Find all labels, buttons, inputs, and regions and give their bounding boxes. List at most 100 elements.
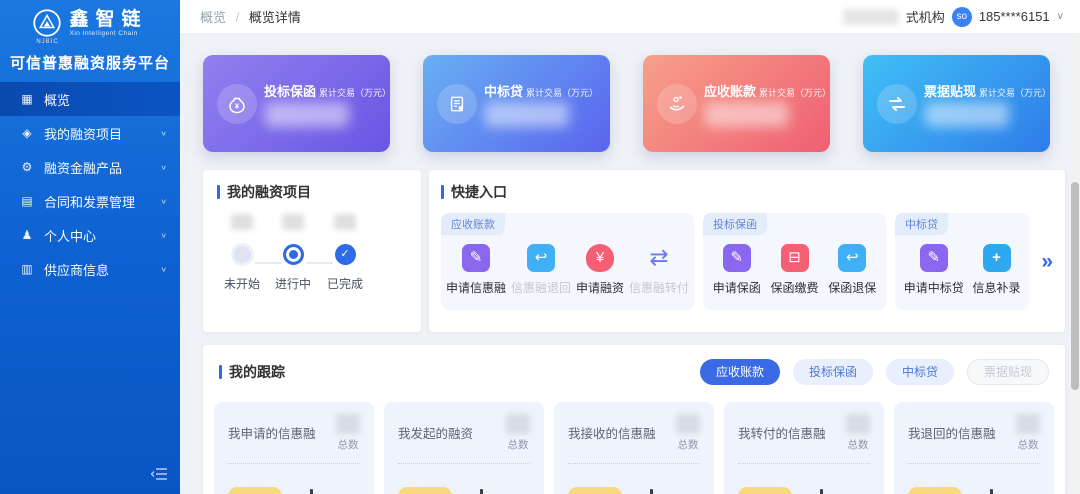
sidebar-item-supplier-info[interactable]: ▥ 供应商信息 ∨ [0, 252, 180, 286]
step-count-redacted [282, 214, 304, 230]
status-badge [228, 487, 282, 494]
sidebar-item-label: 我的融资项目 [44, 124, 122, 143]
stat-card-title: 中标贷 [484, 84, 523, 99]
count-mark [820, 489, 823, 494]
quick-entry-panel: 快捷入口 应收账款 ✎ 申请信惠融 ↩ 信惠融退回 ¥ 申请融资 [429, 170, 1065, 332]
layers-icon: ◈ [19, 126, 35, 140]
stat-card-value-redacted [485, 102, 569, 127]
chevron-down-icon: ∨ [160, 197, 167, 205]
brand-name: 鑫智链 [69, 8, 147, 30]
sidebar-item-label: 个人中心 [44, 226, 96, 245]
sidebar: NJBIC 鑫智链 Xin Intelligent Chain 可信普惠融资服务… [0, 0, 180, 494]
sidebar-collapse-icon[interactable] [151, 467, 168, 486]
chevron-down-icon: ∨ [1057, 11, 1064, 22]
dotted-divider [568, 463, 700, 464]
dotted-divider [738, 463, 870, 464]
dotted-divider [228, 463, 360, 464]
dotted-divider [398, 463, 530, 464]
count-redacted [336, 414, 360, 434]
product-icon: ⚙ [19, 160, 35, 174]
stat-cards-row: ¥ 投标保函累计交易（万元） 中标贷累计交易（万元） 应收账款累计交易（万元） [203, 55, 1050, 152]
breadcrumb-separator: / [236, 10, 240, 25]
count-redacted [506, 414, 530, 434]
tracking-filters: 应收账款 投标保函 中标贷 票据贴现 [700, 359, 1049, 385]
sidebar-item-contract-invoice[interactable]: ▤ 合同和发票管理 ∨ [0, 184, 180, 218]
brand-abbr: NJBIC [36, 39, 58, 45]
user-phone: 185****6151 [979, 9, 1050, 24]
certificate-icon [437, 84, 477, 124]
swap-icon: ⇄ [645, 244, 673, 272]
user-dropdown[interactable]: 式机构 so 185****6151 ∨ [843, 7, 1064, 27]
stat-card-winning-bid-loan[interactable]: 中标贷累计交易（万元） [423, 55, 610, 152]
sidebar-item-label: 合同和发票管理 [44, 192, 135, 211]
brand-subtitle: Xin Intelligent Chain [69, 30, 147, 37]
count-redacted [1016, 414, 1040, 434]
stat-card-subtitle: 累计交易（万元） [979, 88, 1051, 98]
chevron-double-right-icon[interactable]: » [1041, 250, 1053, 274]
chevron-down-icon: ∨ [160, 265, 167, 273]
panel-title: 我的跟踪 [229, 362, 285, 382]
step-in-progress: 进行中 [267, 214, 319, 292]
quick-group-accounts-receivable: 应收账款 ✎ 申请信惠融 ↩ 信惠融退回 ¥ 申请融资 ⇄ [441, 213, 694, 310]
count-mark [480, 489, 483, 494]
quick-group-winning-bid-loan: 中标贷 ✎ 申请中标贷 + 信息补录 [895, 213, 1029, 310]
tracking-card-my-received: 我接收的信惠融 总数 [554, 402, 714, 494]
quick-item-info-supplement[interactable]: + 信息补录 [973, 244, 1021, 296]
count-mark [310, 489, 313, 494]
sidebar-menu: ▦ 概览 ◈ 我的融资项目 ∨ ⚙ 融资金融产品 ∨ ▤ 合同和发票管理 ∨ ♟… [0, 82, 180, 286]
money-bag-icon: ¥ [217, 84, 257, 124]
doc-pen-icon: ✎ [920, 244, 948, 272]
status-badge [738, 487, 792, 494]
count-redacted [676, 414, 700, 434]
stat-card-bid-guarantee[interactable]: ¥ 投标保函累计交易（万元） [203, 55, 390, 152]
step-completed: ✓ 已完成 [319, 214, 371, 292]
brand-logo-icon: NJBIC [32, 8, 62, 45]
filter-winning-bid-loan[interactable]: 中标贷 [886, 359, 954, 385]
quick-item-guarantee-refund[interactable]: ↩ 保函退保 [828, 244, 876, 296]
supplier-icon: ▥ [19, 262, 35, 276]
avatar: so [952, 7, 972, 27]
step-not-started: 未开始 [216, 214, 268, 292]
status-badge [398, 487, 452, 494]
quick-item-guarantee-payment[interactable]: ⊟ 保函缴费 [771, 244, 819, 296]
step-label: 已完成 [319, 275, 371, 292]
app-window: NJBIC 鑫智链 Xin Intelligent Chain 可信普惠融资服务… [0, 0, 1080, 494]
sidebar-item-label: 供应商信息 [44, 260, 109, 279]
tracking-card-my-transferred: 我转付的信惠融 总数 [724, 402, 884, 494]
breadcrumb-parent[interactable]: 概览 [200, 10, 226, 25]
tracking-card-my-returned: 我退回的信惠融 总数 [894, 402, 1054, 494]
sidebar-item-financing-products[interactable]: ⚙ 融资金融产品 ∨ [0, 150, 180, 184]
my-tracking-panel: 我的跟踪 应收账款 投标保函 中标贷 票据贴现 我申请的信惠融 总数 [203, 345, 1065, 494]
quick-group-label: 投标保函 [703, 213, 767, 235]
scrollbar-thumb[interactable] [1071, 182, 1079, 390]
stat-card-value-redacted [265, 102, 349, 127]
quick-item-apply-xinhuirong[interactable]: ✎ 申请信惠融 [446, 244, 506, 296]
breadcrumb: 概览 / 概览详情 [200, 7, 301, 26]
wallet-icon: ⊟ [781, 244, 809, 272]
org-suffix: 式机构 [906, 7, 945, 26]
count-redacted [846, 414, 870, 434]
stat-card-bill-discount[interactable]: 票据贴现累计交易（万元） [863, 55, 1050, 152]
quick-group-label: 应收账款 [441, 213, 505, 235]
filter-accounts-receivable[interactable]: 应收账款 [700, 359, 780, 385]
chevron-down-icon: ∨ [160, 231, 167, 239]
panel-title: 我的融资项目 [227, 182, 311, 202]
quick-item-apply-winning-bid-loan[interactable]: ✎ 申请中标贷 [904, 244, 964, 296]
quick-item-apply-financing[interactable]: ¥ 申请融资 [576, 244, 624, 296]
stat-card-subtitle: 累计交易（万元） [319, 88, 391, 98]
stat-card-accounts-receivable[interactable]: 应收账款累计交易（万元） [643, 55, 830, 152]
invoice-icon: ▤ [19, 194, 35, 208]
sidebar-item-overview[interactable]: ▦ 概览 [0, 82, 180, 116]
quick-item-apply-guarantee[interactable]: ✎ 申请保函 [713, 244, 761, 296]
filter-bill-discount: 票据贴现 [967, 359, 1049, 385]
doc-return-icon: ↩ [527, 244, 555, 272]
sidebar-item-my-financing-projects[interactable]: ◈ 我的融资项目 ∨ [0, 116, 180, 150]
step-count-redacted [334, 214, 356, 230]
filter-bid-guarantee[interactable]: 投标保函 [793, 359, 873, 385]
status-badge [568, 487, 622, 494]
stat-card-value-redacted [925, 102, 1009, 127]
doc-pen-icon: ✎ [462, 244, 490, 272]
stat-card-subtitle: 累计交易（万元） [759, 88, 831, 98]
sidebar-item-personal-center[interactable]: ♟ 个人中心 ∨ [0, 218, 180, 252]
sidebar-item-label: 概览 [44, 90, 70, 109]
